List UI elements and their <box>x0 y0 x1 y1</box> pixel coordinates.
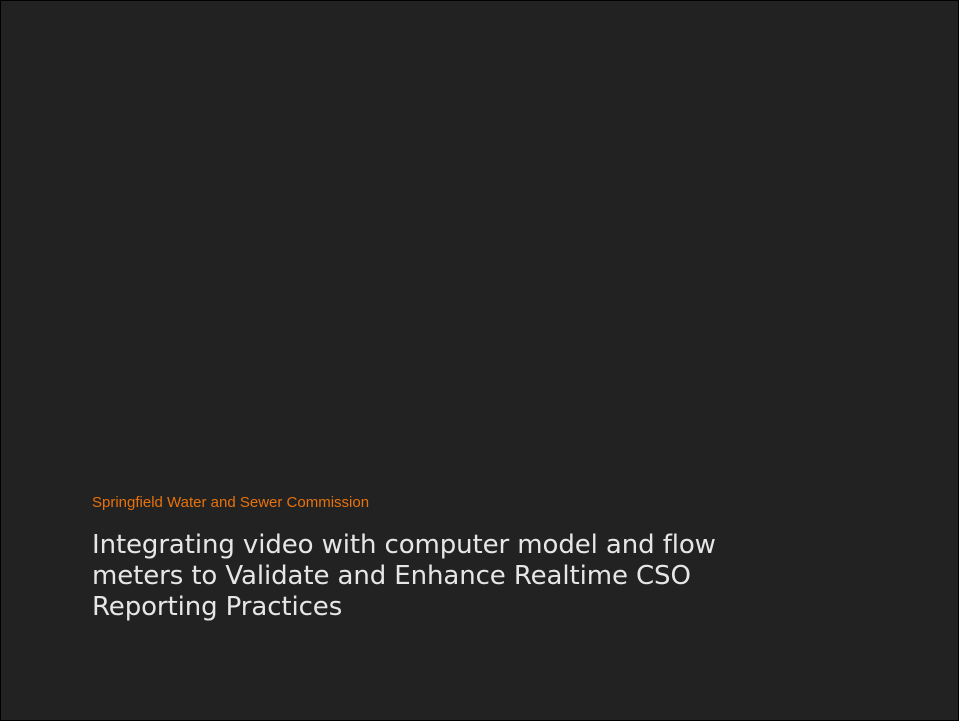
slide-title: Integrating video with computer model an… <box>92 530 892 623</box>
slide-title-line: meters to Validate and Enhance Realtime … <box>92 561 691 591</box>
slide-title-line: Integrating video with computer model an… <box>92 530 716 560</box>
slide: Springfield Water and Sewer Commission I… <box>0 0 959 721</box>
slide-subtitle: Springfield Water and Sewer Commission <box>92 494 370 511</box>
slide-title-line: Reporting Practices <box>92 592 343 622</box>
